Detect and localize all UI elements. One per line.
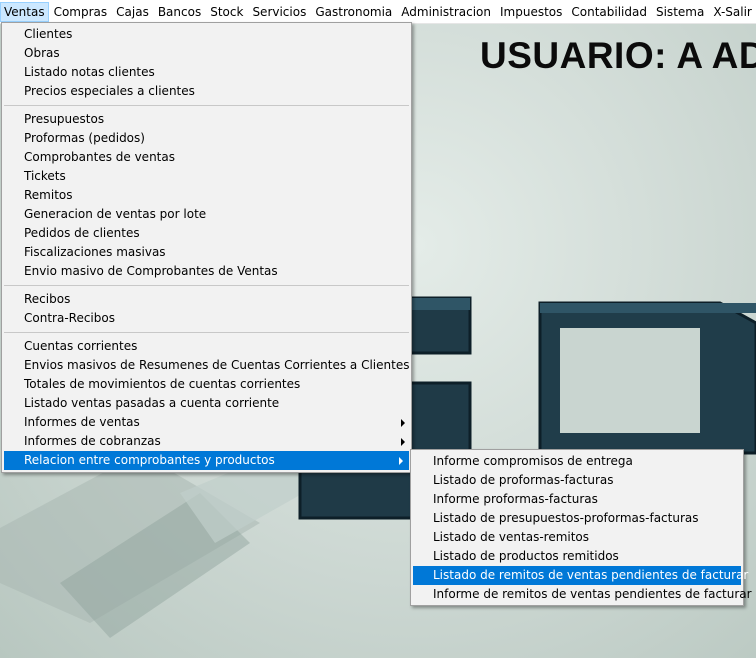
menu-item-contra-recibos[interactable]: Contra-Recibos (2, 309, 411, 328)
menu-item-envios-masivos-resumenes[interactable]: Envios masivos de Resumenes de Cuentas C… (2, 356, 411, 375)
menu-item-cuentas-corrientes[interactable]: Cuentas corrientes (2, 337, 411, 356)
menu-separator (4, 332, 409, 333)
menu-item-relacion-comprobantes-productos[interactable]: Relacion entre comprobantes y productos (4, 451, 409, 470)
menu-item-pedidos-de-clientes[interactable]: Pedidos de clientes (2, 224, 411, 243)
submenu-item-listado-productos-remitidos[interactable]: Listado de productos remitidos (411, 547, 743, 566)
user-title: USUARIO: A AD (480, 35, 756, 76)
menubar-bancos[interactable]: Bancos (154, 2, 205, 22)
menubar-servicios[interactable]: Servicios (248, 2, 310, 22)
menu-item-presupuestos[interactable]: Presupuestos (2, 110, 411, 129)
menubar-ventas[interactable]: Ventas (0, 1, 49, 22)
menu-item-clientes[interactable]: Clientes (2, 25, 411, 44)
menubar-stock[interactable]: Stock (206, 2, 247, 22)
menu-item-informes-de-ventas[interactable]: Informes de ventas (2, 413, 411, 432)
menubar-x-salir[interactable]: X-Salir (709, 2, 756, 22)
menu-item-precios-especiales[interactable]: Precios especiales a clientes (2, 82, 411, 101)
menu-separator (4, 105, 409, 106)
submenu-item-listado-presupuestos-proformas-facturas[interactable]: Listado de presupuestos-proformas-factur… (411, 509, 743, 528)
relacion-submenu: Informe compromisos de entrega Listado d… (410, 449, 752, 606)
menubar-impuestos[interactable]: Impuestos (496, 2, 566, 22)
menu-item-listado-ventas-cuenta-corriente[interactable]: Listado ventas pasadas a cuenta corrient… (2, 394, 411, 413)
menubar-compras[interactable]: Compras (50, 2, 112, 22)
submenu-item-listado-proformas-facturas[interactable]: Listado de proformas-facturas (411, 471, 743, 490)
menubar-contabilidad[interactable]: Contabilidad (567, 2, 651, 22)
menu-item-label: Informes de ventas (24, 415, 140, 429)
menu-item-envio-masivo-comprobantes[interactable]: Envio masivo de Comprobantes de Ventas (2, 262, 411, 281)
menu-item-comprobantes-de-ventas[interactable]: Comprobantes de ventas (2, 148, 411, 167)
menu-item-label: Relacion entre comprobantes y productos (24, 453, 275, 467)
menu-item-obras[interactable]: Obras (2, 44, 411, 63)
chevron-right-icon (401, 419, 405, 427)
menu-item-label: Informes de cobranzas (24, 434, 161, 448)
submenu-item-informe-compromisos[interactable]: Informe compromisos de entrega (411, 452, 743, 471)
menubar-administracion[interactable]: Administracion (397, 2, 495, 22)
menu-item-fiscalizaciones-masivas[interactable]: Fiscalizaciones masivas (2, 243, 411, 262)
menu-item-listado-notas-clientes[interactable]: Listado notas clientes (2, 63, 411, 82)
menu-item-remitos[interactable]: Remitos (2, 186, 411, 205)
submenu-item-informe-proformas-facturas[interactable]: Informe proformas-facturas (411, 490, 743, 509)
menu-bar: Ventas Compras Cajas Bancos Stock Servic… (0, 0, 756, 24)
menubar-sistema[interactable]: Sistema (652, 2, 708, 22)
menu-item-tickets[interactable]: Tickets (2, 167, 411, 186)
submenu-item-informe-remitos-pendientes[interactable]: Informe de remitos de ventas pendientes … (411, 585, 752, 604)
submenu-item-listado-remitos-pendientes[interactable]: Listado de remitos de ventas pendientes … (413, 566, 748, 585)
menu-item-totales-movimientos[interactable]: Totales de movimientos de cuentas corrie… (2, 375, 411, 394)
menubar-cajas[interactable]: Cajas (112, 2, 153, 22)
menu-item-generacion-ventas-lote[interactable]: Generacion de ventas por lote (2, 205, 411, 224)
ventas-dropdown-menu: Clientes Obras Listado notas clientes Pr… (1, 22, 412, 473)
menu-item-proformas[interactable]: Proformas (pedidos) (2, 129, 411, 148)
menu-item-informes-de-cobranzas[interactable]: Informes de cobranzas (2, 432, 411, 451)
menubar-gastronomia[interactable]: Gastronomia (311, 2, 396, 22)
submenu-item-listado-ventas-remitos[interactable]: Listado de ventas-remitos (411, 528, 743, 547)
chevron-right-icon (399, 457, 403, 465)
chevron-right-icon (401, 438, 405, 446)
menu-separator (4, 285, 409, 286)
menu-item-recibos[interactable]: Recibos (2, 290, 411, 309)
